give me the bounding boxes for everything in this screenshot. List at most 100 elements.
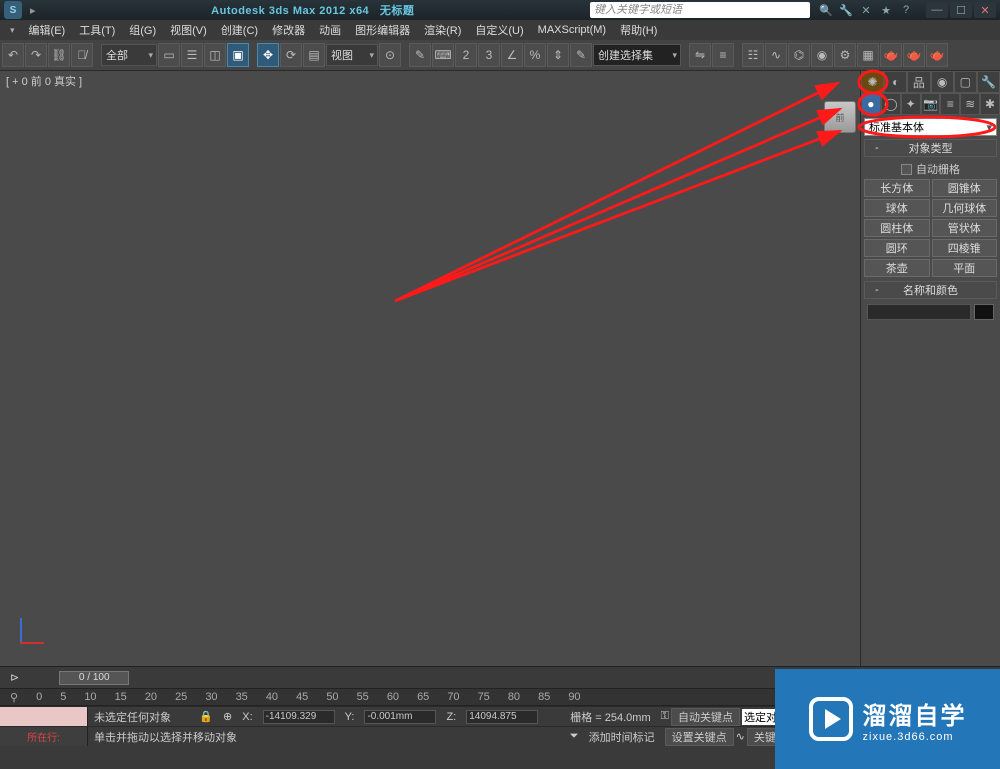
spinner-snap-button[interactable]: ⇕ — [547, 43, 569, 67]
snap-toggle-3d[interactable]: 3 — [478, 43, 500, 67]
coord-z[interactable]: 14094.875 — [466, 710, 538, 724]
menu-modifiers[interactable]: 修改器 — [266, 20, 311, 40]
select-move-button[interactable]: ✥ — [257, 43, 279, 67]
select-object-button[interactable]: ▭ — [158, 43, 180, 67]
setkey-button[interactable]: 设置关键点 — [665, 728, 734, 746]
key-icon-status[interactable]: ⚿ — [661, 710, 669, 723]
primitive-category-dropdown[interactable]: 标准基本体 — [864, 118, 997, 136]
btn-torus[interactable]: 圆环 — [864, 239, 930, 257]
rendered-frame-button[interactable]: ▦ — [857, 43, 879, 67]
menu-tools[interactable]: 工具(T) — [73, 20, 121, 40]
cat-systems[interactable]: ✱ — [980, 93, 1000, 115]
schematic-view-button[interactable]: ⌬ — [788, 43, 810, 67]
curve-editor-button[interactable]: ∿ — [765, 43, 787, 67]
align-button[interactable]: ≡ — [712, 43, 734, 67]
trackbar-config-icon[interactable]: ⚲ — [10, 691, 18, 704]
cat-geometry[interactable]: ● — [861, 93, 881, 115]
link-button[interactable]: ⛓ — [48, 43, 70, 67]
viewport-label[interactable]: [ + 0 前 0 真实 ] — [6, 73, 82, 89]
tab-utilities[interactable]: 🔧 — [977, 71, 1000, 93]
cat-cameras[interactable]: 📷 — [921, 93, 941, 115]
key-mode-icon[interactable]: ∿ — [736, 730, 745, 743]
select-rotate-button[interactable]: ⟳ — [280, 43, 302, 67]
tab-display[interactable]: ▢ — [954, 71, 977, 93]
btn-box[interactable]: 长方体 — [864, 179, 930, 197]
btn-pyramid[interactable]: 四棱锥 — [932, 239, 998, 257]
layer-manager-button[interactable]: ☷ — [742, 43, 764, 67]
menu-group[interactable]: 组(G) — [123, 20, 162, 40]
unlink-button[interactable]: ⛓̸ — [71, 43, 93, 67]
time-slider-handle[interactable]: 0 / 100 — [59, 671, 129, 685]
exchange-icon[interactable]: ✕ — [858, 2, 874, 18]
help-icon[interactable]: ? — [898, 2, 914, 18]
keyboard-shortcut-button[interactable]: ⌨ — [432, 43, 454, 67]
favorite-icon[interactable]: ★ — [878, 2, 894, 18]
menu-create[interactable]: 创建(C) — [215, 20, 264, 40]
select-manipulate-button[interactable]: ✎ — [409, 43, 431, 67]
render-setup-button[interactable]: ⚙ — [834, 43, 856, 67]
btn-sphere[interactable]: 球体 — [864, 199, 930, 217]
app-icon[interactable]: S — [4, 1, 22, 19]
tab-modify[interactable]: ◐ — [884, 71, 907, 93]
object-name-input[interactable] — [867, 304, 971, 320]
help-search-input[interactable]: 键入关键字或短语 — [590, 2, 810, 18]
app-menu-dropdown[interactable]: ▾ — [4, 23, 21, 38]
window-crossing-button[interactable]: ▣ — [227, 43, 249, 67]
menu-maxscript[interactable]: MAXScript(M) — [532, 22, 612, 38]
menu-rendering[interactable]: 渲染(R) — [418, 20, 467, 40]
timeline-toggle-icon[interactable]: ⊳ — [10, 671, 19, 684]
autogrid-checkbox[interactable]: 自动栅格 — [864, 159, 997, 179]
select-region-button[interactable]: ◫ — [204, 43, 226, 67]
lock-icon[interactable]: 🔒 — [199, 710, 213, 723]
render-iterative-button[interactable]: 🫖 — [903, 43, 925, 67]
select-scale-button[interactable]: ▤ — [303, 43, 325, 67]
add-time-tag[interactable]: 添加时间标记 — [589, 729, 655, 745]
menu-views[interactable]: 视图(V) — [164, 20, 213, 40]
menu-animation[interactable]: 动画 — [313, 20, 347, 40]
btn-teapot[interactable]: 茶壶 — [864, 259, 930, 277]
menu-edit[interactable]: 编辑(E) — [23, 20, 72, 40]
cat-shapes[interactable]: ◯ — [881, 93, 901, 115]
search-icon[interactable]: 🔍 — [818, 2, 834, 18]
rollout-name-color[interactable]: 名称和颜色 — [864, 281, 997, 299]
coord-y[interactable]: -0.001mm — [364, 710, 436, 724]
key-icon[interactable]: 🔧 — [838, 2, 854, 18]
tab-create[interactable]: ✺ — [861, 71, 884, 93]
menu-help[interactable]: 帮助(H) — [614, 20, 663, 40]
cat-lights[interactable]: ✦ — [901, 93, 921, 115]
rollout-object-type[interactable]: 对象类型 — [864, 139, 997, 157]
cat-helpers[interactable]: ≡ — [940, 93, 960, 115]
close-button[interactable]: ✕ — [974, 2, 996, 18]
menu-grapheditors[interactable]: 图形编辑器 — [349, 20, 416, 40]
ref-coord-system[interactable]: 视图 — [326, 44, 378, 66]
use-pivot-center-button[interactable]: ⊙ — [379, 43, 401, 67]
btn-plane[interactable]: 平面 — [932, 259, 998, 277]
tab-hierarchy[interactable]: 品 — [907, 71, 930, 93]
coord-icon[interactable]: ⊕ — [223, 710, 232, 723]
btn-tube[interactable]: 管状体 — [932, 219, 998, 237]
select-by-name-button[interactable]: ☰ — [181, 43, 203, 67]
minimize-button[interactable]: — — [926, 2, 948, 18]
btn-geosphere[interactable]: 几何球体 — [932, 199, 998, 217]
autokey-button[interactable]: 自动关键点 — [671, 708, 740, 726]
tab-motion[interactable]: ◉ — [931, 71, 954, 93]
menu-customize[interactable]: 自定义(U) — [469, 20, 529, 40]
view-cube[interactable]: 前 — [824, 101, 856, 133]
angle-snap-button[interactable]: ∠ — [501, 43, 523, 67]
btn-cylinder[interactable]: 圆柱体 — [864, 219, 930, 237]
btn-cone[interactable]: 圆锥体 — [932, 179, 998, 197]
object-color-swatch[interactable] — [974, 304, 994, 320]
snap-toggle-2d[interactable]: 2 — [455, 43, 477, 67]
mirror-button[interactable]: ⇋ — [689, 43, 711, 67]
material-editor-button[interactable]: ◉ — [811, 43, 833, 67]
cat-spacewarps[interactable]: ≋ — [960, 93, 980, 115]
redo-button[interactable]: ↷ — [25, 43, 47, 67]
render-production-button[interactable]: 🫖 — [880, 43, 902, 67]
time-tag-icon[interactable]: ⏷ — [570, 730, 579, 743]
viewport[interactable]: [ + 0 前 0 真实 ] 前 — [0, 71, 860, 666]
maximize-button[interactable]: ☐ — [950, 2, 972, 18]
named-selection-sets[interactable]: 创建选择集 — [593, 44, 681, 66]
coord-x[interactable]: -14109.329 — [263, 710, 335, 724]
selection-filter[interactable]: 全部 — [101, 44, 157, 66]
edit-named-sel-button[interactable]: ✎ — [570, 43, 592, 67]
